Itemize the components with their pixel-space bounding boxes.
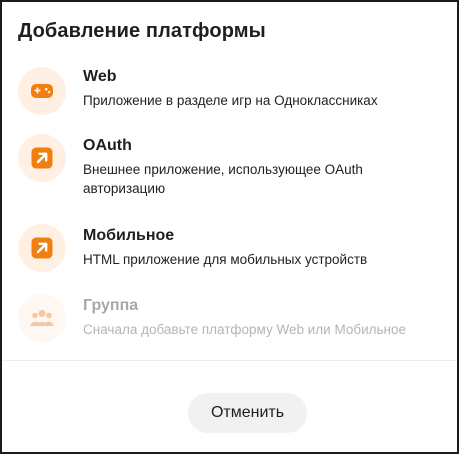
platform-option-title: OAuth	[83, 137, 132, 154]
external-arrow-icon	[31, 147, 53, 169]
external-arrow-icon	[31, 237, 53, 259]
footer-divider	[2, 360, 457, 361]
platform-option-title: Группа	[83, 297, 139, 314]
group-icon	[30, 309, 54, 326]
gamepad-icon	[31, 84, 53, 98]
platform-option-description: Приложение в разделе игр на Одноклассник…	[83, 93, 378, 108]
platform-option-description: Сначала добавьте платформу Web или Мобил…	[83, 322, 407, 337]
platform-option-title: Мобильное	[83, 227, 175, 244]
platform-icon-badge	[18, 67, 66, 115]
platform-icon-badge	[18, 134, 66, 182]
add-platform-dialog: Добавление платформы Web Приложение в ра…	[0, 0, 459, 454]
platform-icon-badge	[18, 224, 66, 272]
platform-icon-badge	[18, 294, 66, 342]
platform-option-description: Внешнее приложение, использующее OAuth а…	[83, 162, 363, 196]
platform-option-description: HTML приложение для мобильных устройств	[83, 252, 368, 267]
platform-option-title: Web	[83, 68, 117, 85]
cancel-button[interactable]: Отменить	[188, 393, 307, 433]
dialog-title: Добавление платформы	[18, 20, 266, 42]
